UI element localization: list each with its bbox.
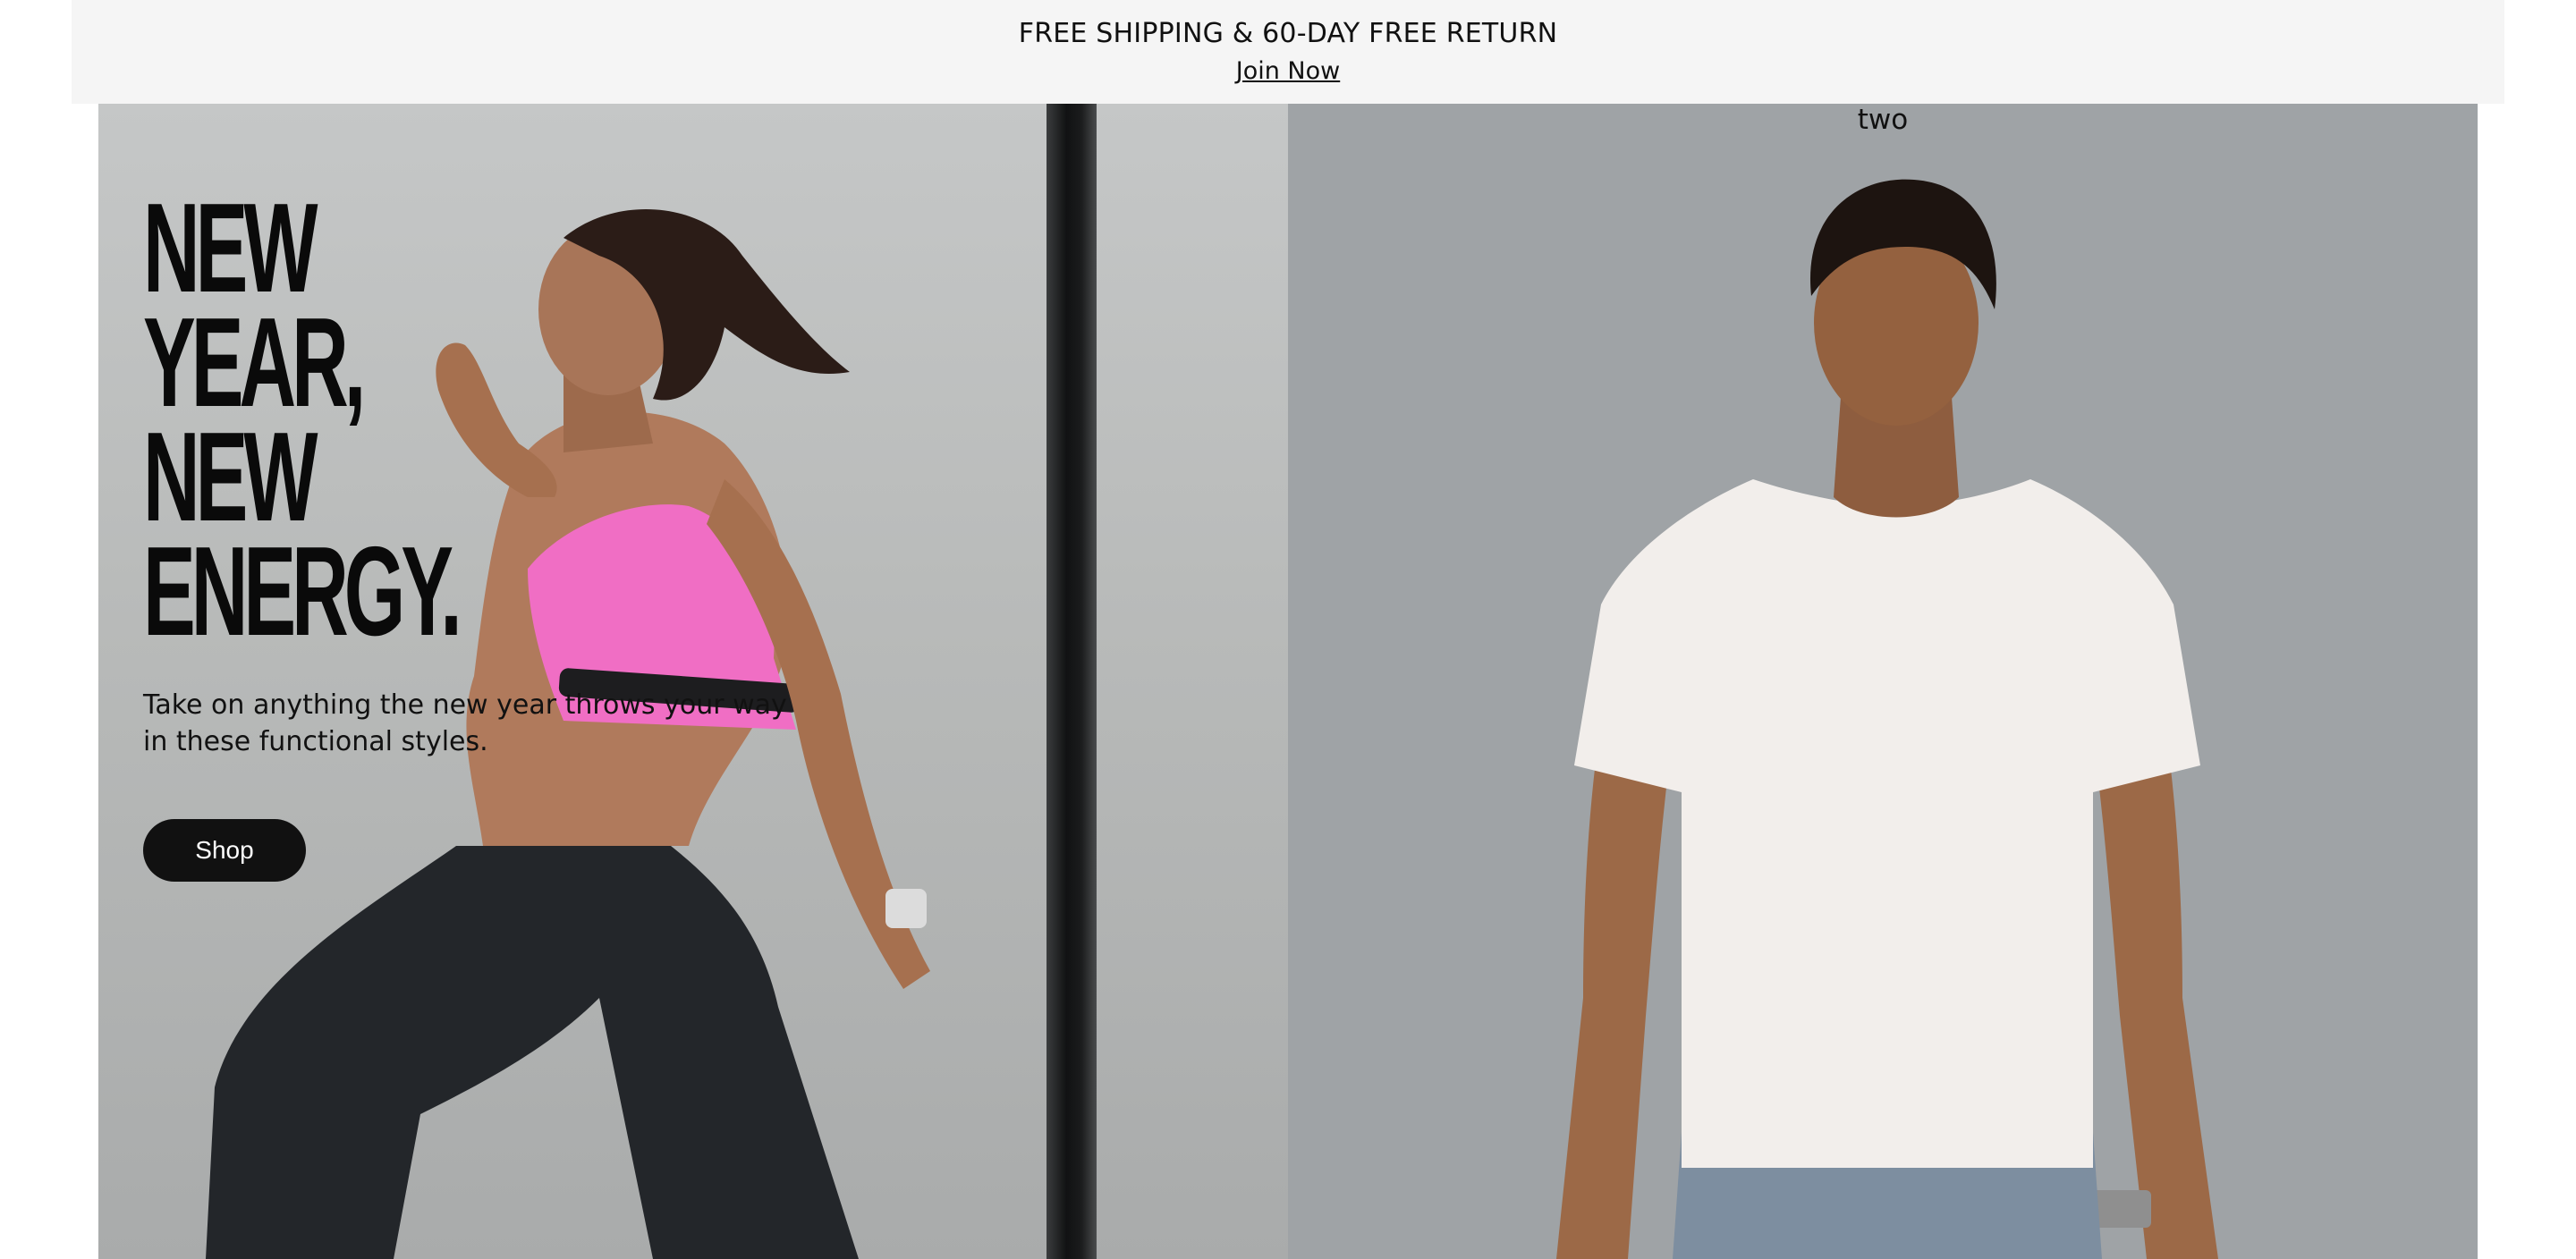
join-now-link[interactable]: Join Now: [72, 57, 2504, 85]
hero-headline: NEW YEAR, NEW ENERGY.: [143, 177, 462, 663]
promo-text: FREE SHIPPING & 60-DAY FREE RETURN: [1018, 18, 1558, 49]
headline-line-3: NEW: [143, 406, 318, 548]
leggings: [206, 846, 859, 1259]
watch: [886, 889, 927, 928]
hero-left-panel[interactable]: NEW YEAR, NEW ENERGY. Take on anything t…: [98, 104, 1288, 1259]
hero-subtext: Take on anything the new year throws you…: [143, 689, 787, 757]
headline-line-1: NEW: [143, 177, 318, 319]
headline-line-2: YEAR,: [143, 292, 366, 434]
promo-banner: FREE SHIPPING & 60-DAY FREE RETURN Join …: [72, 0, 2504, 104]
shop-button[interactable]: Shop: [143, 819, 306, 882]
headline-line-4: ENERGY.: [143, 520, 462, 663]
model-photo: [1556, 179, 2218, 1259]
hero-right-panel[interactable]: two: [1288, 104, 2478, 1259]
